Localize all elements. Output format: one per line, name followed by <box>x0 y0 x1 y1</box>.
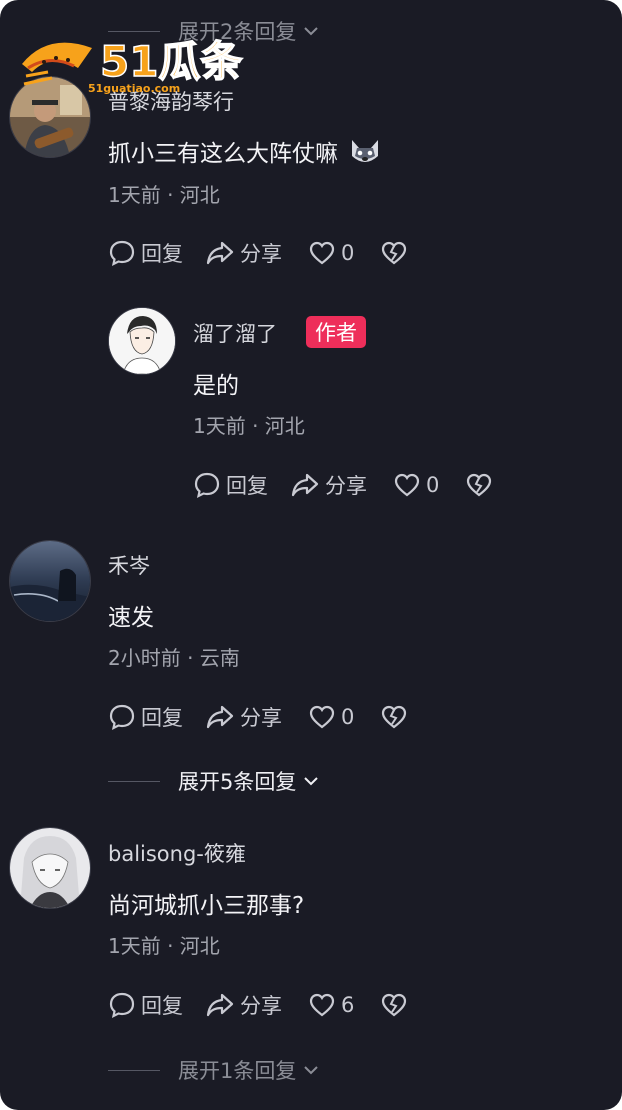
comment-meta: 1天前 · 河北 <box>193 414 305 438</box>
share-label: 分享 <box>240 994 282 1018</box>
broken-heart-icon <box>382 993 407 1017</box>
expand-replies-button[interactable]: 展开5条回复 <box>108 766 320 796</box>
comment-text: 是的 <box>193 373 239 399</box>
like-button[interactable]: 0 <box>308 704 354 730</box>
like-button[interactable]: 0 <box>308 240 354 266</box>
avatar[interactable] <box>9 540 91 622</box>
reply-label: 回复 <box>141 706 183 730</box>
divider <box>108 780 160 782</box>
share-arrow-icon <box>206 241 234 265</box>
share-button[interactable]: 分享 <box>290 470 367 500</box>
avatar-photo <box>10 541 90 621</box>
comment-bubble-icon <box>194 472 220 499</box>
share-button[interactable]: 分享 <box>205 990 282 1020</box>
heart-icon <box>394 473 420 497</box>
avatar-illustration <box>10 828 90 908</box>
heart-icon <box>309 241 335 265</box>
username[interactable]: 溜了溜了 <box>193 318 277 348</box>
broken-heart-icon <box>467 473 492 497</box>
broken-heart-icon <box>382 241 407 265</box>
share-arrow-icon <box>206 705 234 729</box>
comment-meta: 1天前 · 河北 <box>108 183 220 207</box>
dislike-button[interactable] <box>380 240 408 266</box>
comment-bubble-icon <box>109 240 135 267</box>
comment-text: 尚河城抓小三那事? <box>108 893 305 919</box>
comment-bubble-icon <box>109 704 135 731</box>
reply-button[interactable]: 回复 <box>108 702 183 732</box>
reply-label: 回复 <box>141 242 183 266</box>
reply-button[interactable]: 回复 <box>193 470 268 500</box>
chevron-down-icon <box>304 1066 319 1075</box>
expand-replies-label: 展开5条回复 <box>178 770 297 794</box>
comment-meta: 1天前 · 河北 <box>108 934 220 958</box>
username[interactable]: balisong-筱雍 <box>108 838 246 868</box>
divider <box>108 1069 160 1071</box>
dislike-button[interactable] <box>380 704 408 730</box>
comment-text-body: 抓小三有这么大阵仗嘛 <box>108 141 338 167</box>
reply-button[interactable]: 回复 <box>108 238 183 268</box>
watermark-url: 51guatiao.com <box>88 82 180 95</box>
like-button[interactable]: 0 <box>393 472 439 498</box>
watermark-logo: 51瓜条 51guatiao.com <box>22 36 243 95</box>
dislike-button[interactable] <box>380 992 408 1018</box>
husky-emoji-icon <box>352 140 379 162</box>
avatar[interactable] <box>108 307 176 375</box>
expand-replies-button[interactable]: 展开1条回复 <box>108 1055 320 1085</box>
watermark-text: 51瓜条 <box>100 37 242 86</box>
comment-actions: 回复 分享 0 <box>193 468 493 502</box>
comment-text: 速发 <box>108 605 154 631</box>
comment-actions: 回复 分享 0 <box>108 236 408 270</box>
comment-actions: 回复 分享 0 <box>108 700 408 734</box>
comment-bubble-icon <box>109 992 135 1019</box>
heart-icon <box>309 993 335 1017</box>
reply-label: 回复 <box>226 474 268 498</box>
share-label: 分享 <box>325 474 367 498</box>
share-label: 分享 <box>240 706 282 730</box>
chevron-down-icon <box>304 27 319 36</box>
author-badge: 作者 <box>306 316 366 348</box>
heart-icon <box>309 705 335 729</box>
dislike-button[interactable] <box>465 472 493 498</box>
comment-actions: 回复 分享 6 <box>108 988 408 1022</box>
share-label: 分享 <box>240 242 282 266</box>
reply-label: 回复 <box>141 994 183 1018</box>
expand-replies-label: 展开1条回复 <box>178 1059 297 1083</box>
comment-text: 抓小三有这么大阵仗嘛 <box>108 134 381 168</box>
like-button[interactable]: 6 <box>308 992 354 1018</box>
avatar-illustration <box>109 308 175 374</box>
like-count: 0 <box>426 473 440 497</box>
comment-panel: 展开2条回复 普黎海韵琴行 抓小三有这么大阵仗嘛 1天前 · 河北 回复 分享 … <box>0 0 622 1110</box>
share-button[interactable]: 分享 <box>205 238 282 268</box>
share-arrow-icon <box>206 993 234 1017</box>
username[interactable]: 禾岑 <box>108 550 150 580</box>
like-count: 6 <box>341 993 355 1017</box>
comment-meta: 2小时前 · 云南 <box>108 646 240 670</box>
like-count: 0 <box>341 705 355 729</box>
reply-button[interactable]: 回复 <box>108 990 183 1020</box>
avatar[interactable] <box>9 827 91 909</box>
broken-heart-icon <box>382 705 407 729</box>
chevron-down-icon <box>304 777 319 786</box>
like-count: 0 <box>341 241 355 265</box>
share-arrow-icon <box>291 473 319 497</box>
share-button[interactable]: 分享 <box>205 702 282 732</box>
